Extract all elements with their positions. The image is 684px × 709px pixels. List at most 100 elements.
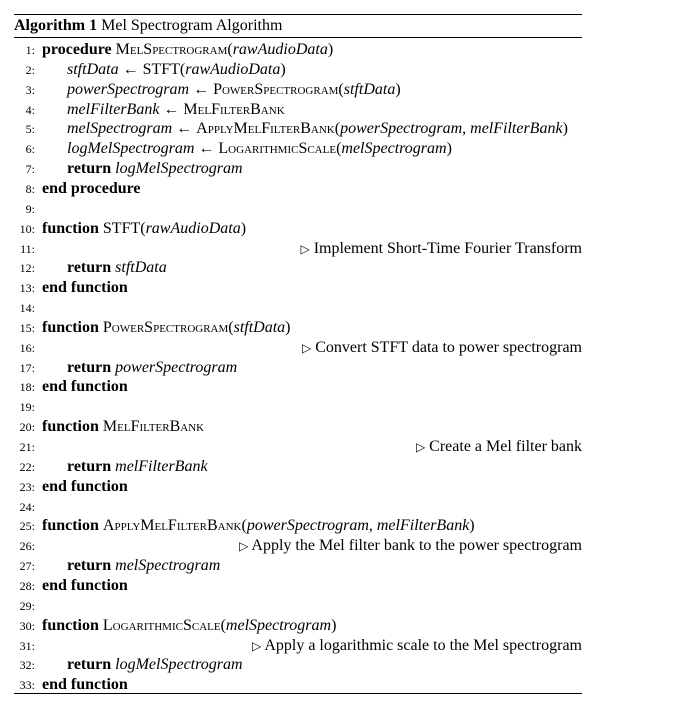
keyword: return xyxy=(67,259,112,277)
variable: logMelSpectrogram xyxy=(67,140,195,158)
line-code: return melSpectrogram xyxy=(67,556,220,576)
algorithm-line: 13: end function xyxy=(14,278,582,298)
line-number: 18: xyxy=(19,380,35,395)
comment-text: Apply the Mel filter bank to the power s… xyxy=(248,537,582,555)
algorithm-line: 24: xyxy=(14,497,582,517)
line-number: 4: xyxy=(25,102,35,117)
variable: logMelSpectrogram xyxy=(115,656,243,674)
comment-text: Apply a logarithmic scale to the Mel spe… xyxy=(261,636,582,654)
code-text: ) xyxy=(327,41,334,58)
algorithm-line: 21: ▷ Create a Mel filter bank xyxy=(14,437,582,457)
line-number: 26: xyxy=(19,539,35,554)
algorithm-line: 10: function STFT(rawAudioData) xyxy=(14,219,582,239)
code-text: ) xyxy=(562,120,568,138)
comment-text: Create a Mel filter bank xyxy=(425,438,582,455)
line-code: function STFT(rawAudioData) xyxy=(42,219,246,239)
line-number: 3: xyxy=(25,82,35,97)
line-number: 27: xyxy=(19,559,35,574)
variable: powerSpectrogram xyxy=(246,517,369,535)
line-comment: ▷ Apply a logarithmic scale to the Mel s… xyxy=(252,636,582,656)
procedure-name: PowerSpectrogram xyxy=(102,318,229,336)
algorithm-title: Mel Spectrogram Algorithm xyxy=(101,17,283,34)
algorithm-line: 15: function PowerSpectrogram(stftData) xyxy=(14,318,582,338)
variable: rawAudioData xyxy=(185,60,281,78)
line-number: 29: xyxy=(19,598,35,613)
line-code: return powerSpectrogram xyxy=(67,358,237,378)
algorithm-line: 16: ▷ Convert STFT data to power spectrog… xyxy=(14,338,582,358)
algorithm-line: 18: end function xyxy=(14,377,582,397)
line-number: 20: xyxy=(19,420,35,435)
keyword: end function xyxy=(42,676,128,694)
code-text: ) xyxy=(331,616,337,634)
variable: melSpectrogram xyxy=(67,120,173,138)
keyword: function xyxy=(42,318,99,336)
algorithm-line: 12: return stftData xyxy=(14,258,582,278)
variable: stftData xyxy=(115,259,167,277)
variable: melSpectrogram xyxy=(341,140,447,158)
code-text: ← xyxy=(172,120,197,138)
line-comment: ▷ Implement Short-Time Fourier Transform xyxy=(300,239,582,259)
variable: powerSpectrogram xyxy=(67,80,190,98)
algorithm-line: 28: end function xyxy=(14,576,582,596)
algorithm-caption: Algorithm 1 Mel Spectrogram Algorithm xyxy=(14,15,582,37)
line-code: melFilterBank ← MelFilterBank xyxy=(67,100,285,120)
line-number: 7: xyxy=(25,162,35,177)
code-text: ← STFT( xyxy=(118,60,186,78)
line-number: 23: xyxy=(19,479,35,494)
comment-triangle-icon: ▷ xyxy=(415,440,426,454)
variable: melSpectrogram xyxy=(115,557,221,575)
algorithm-line: 22: return melFilterBank xyxy=(14,457,582,477)
keyword: return xyxy=(67,557,112,575)
algorithm-line: 17: return powerSpectrogram xyxy=(14,358,582,378)
line-code: function MelFilterBank xyxy=(42,417,204,437)
line-number: 17: xyxy=(19,360,35,375)
code-text: , xyxy=(462,120,471,138)
line-number: 32: xyxy=(19,658,35,673)
algorithm-line: 6: logMelSpectrogram ← LogarithmicScale(m… xyxy=(14,139,582,159)
keyword: end function xyxy=(42,378,128,396)
line-number: 1: xyxy=(25,43,35,57)
line-code: end function xyxy=(42,576,128,596)
keyword: function xyxy=(42,616,99,634)
variable: rawAudioData xyxy=(232,41,328,58)
algorithm-line: 9: xyxy=(14,199,582,219)
comment-text: Implement Short-Time Fourier Transform xyxy=(309,239,582,257)
line-number: 6: xyxy=(25,142,35,157)
algorithm-line: 29: xyxy=(14,596,582,616)
line-number: 28: xyxy=(19,578,35,593)
comment-triangle-icon: ▷ xyxy=(239,539,249,554)
procedure-name: LogarithmicScale xyxy=(218,140,337,158)
line-code: return logMelSpectrogram xyxy=(67,655,243,675)
variable: logMelSpectrogram xyxy=(115,160,243,178)
keyword: function xyxy=(42,418,99,436)
line-code: function ApplyMelFilterBank(powerSpectro… xyxy=(42,516,475,536)
line-code: return logMelSpectrogram xyxy=(67,159,243,179)
algorithm-line: 8: end procedure xyxy=(14,179,582,199)
line-comment: ▷ Create a Mel filter bank xyxy=(416,437,582,457)
variable: melFilterBank xyxy=(470,120,563,138)
keyword: return xyxy=(67,160,112,178)
line-code: stftData ← STFT(rawAudioData) xyxy=(67,60,286,80)
keyword: return xyxy=(67,656,112,674)
keyword: function xyxy=(42,219,99,237)
code-text: ← xyxy=(159,100,184,118)
procedure-name: PowerSpectrogram xyxy=(213,80,339,98)
procedure-name: LogarithmicScale xyxy=(102,616,221,634)
algorithm-line: 20: function MelFilterBank xyxy=(14,417,582,437)
code-text: ← xyxy=(189,80,214,98)
code-text: ) xyxy=(446,140,452,158)
code-text: ) xyxy=(280,60,286,78)
keyword: return xyxy=(67,457,112,475)
line-code: end procedure xyxy=(42,179,141,199)
line-comment: ▷ Convert STFT data to power spectrogram xyxy=(302,338,582,358)
algorithm-line: 23: end function xyxy=(14,477,582,497)
line-code: procedure MelSpectrogram(rawAudioData) xyxy=(42,40,333,60)
variable: rawAudioData xyxy=(145,219,241,237)
keyword: function xyxy=(42,517,99,535)
comment-triangle-icon: ▷ xyxy=(251,638,262,653)
code-text: ) xyxy=(395,80,401,98)
variable: melFilterBank xyxy=(67,100,160,118)
algorithm-lines: 1: procedure MelSpectrogram(rawAudioData)… xyxy=(14,38,582,694)
line-number: 2: xyxy=(25,62,35,77)
algorithm-line: 14: xyxy=(14,298,582,318)
